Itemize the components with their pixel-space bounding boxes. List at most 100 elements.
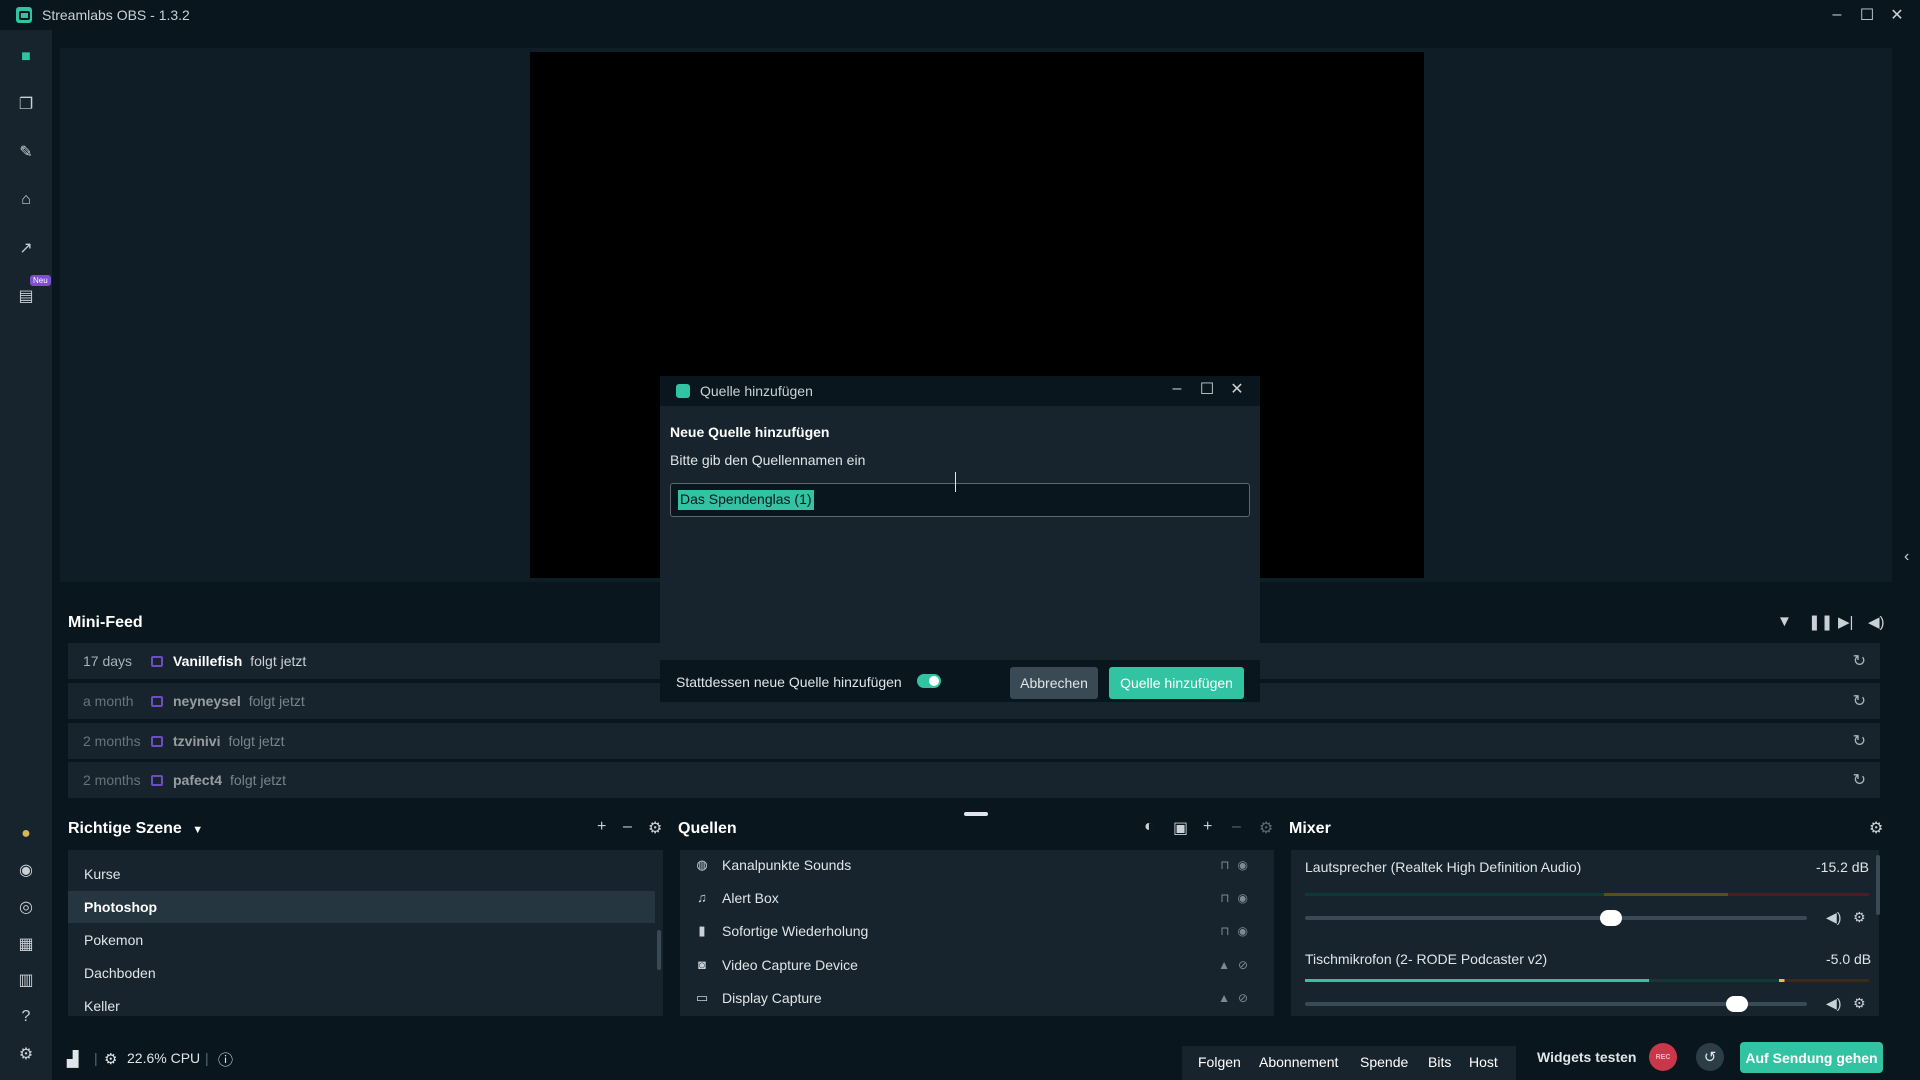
scenes-scrollbar[interactable] — [657, 930, 661, 970]
store-icon[interactable]: ⌂ — [14, 188, 38, 212]
lock-eye-icons: ⊓◉ — [1220, 857, 1256, 872]
apps-icon[interactable]: ▦ — [14, 932, 38, 956]
cancel-button[interactable]: Abbrechen — [1010, 667, 1098, 699]
new-source-toggle-label: Stattdessen neue Quelle hinzufügen — [676, 674, 902, 690]
settings-icon[interactable]: ⚙ — [14, 1042, 38, 1066]
minimize-icon[interactable]: – — [1822, 0, 1852, 30]
help-icon[interactable]: ? — [14, 1005, 38, 1029]
lock-eye-icons: ▲⊘ — [1218, 957, 1256, 972]
add-scene-icon[interactable]: + — [597, 818, 606, 836]
app-title: Streamlabs OBS - 1.3.2 — [42, 7, 190, 23]
panel-resize-handle[interactable] — [964, 812, 988, 816]
test-donation-button[interactable]: Spende — [1360, 1054, 1408, 1070]
twitch-icon — [151, 655, 163, 667]
caret-down-icon: ▼ — [192, 824, 204, 836]
channel-settings-icon[interactable]: ⚙ — [1853, 995, 1866, 1012]
repeat-icon[interactable]: ↻ — [1853, 651, 1866, 671]
source-item[interactable]: ▭ Display Capture ▲⊘ — [680, 981, 1274, 1014]
performance-icon[interactable]: ▟ — [67, 1050, 79, 1068]
remove-source-icon[interactable]: – — [1232, 818, 1241, 836]
test-subscription-button[interactable]: Abonnement — [1259, 1054, 1338, 1070]
add-source-button[interactable]: Quelle hinzufügen — [1109, 667, 1244, 699]
source-item[interactable]: ◍ Kanalpunkte Sounds ⊓◉ — [680, 848, 1274, 881]
repeat-icon[interactable]: ↻ — [1853, 691, 1866, 711]
editor-tools-icon[interactable]: ✎ — [14, 140, 38, 164]
scene-settings-icon[interactable]: ⚙ — [648, 818, 662, 838]
volume-slider[interactable] — [1305, 916, 1807, 920]
new-badge: Neu — [30, 275, 51, 286]
globe-icon: ◍ — [696, 856, 708, 872]
dialog-maximize-icon[interactable]: ☐ — [1192, 374, 1222, 404]
maximize-icon[interactable]: ☐ — [1852, 0, 1882, 30]
test-bits-button[interactable]: Bits — [1428, 1054, 1451, 1070]
highlighter-icon[interactable]: ▤ — [14, 284, 38, 308]
add-source-icon[interactable]: + — [1203, 818, 1212, 836]
new-source-toggle[interactable] — [917, 674, 941, 688]
twitch-icon — [151, 735, 163, 747]
dashboard-icon[interactable]: ◉ — [14, 858, 38, 882]
layout-icon[interactable]: ▥ — [14, 968, 38, 992]
folder-add-icon[interactable]: ▣ — [1173, 818, 1188, 838]
stats-icon[interactable]: ↗ — [14, 236, 38, 260]
chevron-left-icon[interactable]: ‹ — [1904, 548, 1909, 566]
repeat-icon[interactable]: ↻ — [1853, 731, 1866, 751]
repeat-icon[interactable]: ↻ — [1853, 770, 1866, 790]
dialog-close-icon[interactable]: ✕ — [1222, 374, 1252, 404]
dialog-title: Quelle hinzufügen — [700, 383, 813, 399]
record-button[interactable]: REC — [1649, 1043, 1677, 1071]
pause-icon[interactable]: ❚❚ — [1808, 613, 1833, 631]
scene-item[interactable]: Keller — [68, 990, 655, 1022]
themes-icon[interactable]: ❐ — [14, 92, 38, 116]
scene-collection-title[interactable]: Richtige Szene ▼ — [68, 820, 203, 838]
source-item[interactable]: ◙ Video Capture Device ▲⊘ — [680, 948, 1274, 981]
source-item[interactable]: ▮ Sofortige Wiederholung ⊓◉ — [680, 914, 1274, 947]
close-icon[interactable]: ✕ — [1882, 0, 1912, 30]
volume-slider-knob[interactable] — [1725, 996, 1748, 1012]
scene-item[interactable]: Kurse — [68, 858, 655, 890]
dialog-minimize-icon[interactable]: – — [1162, 374, 1192, 404]
webcam-icon: ◙ — [698, 957, 706, 972]
camera-icon[interactable]: ■ — [14, 45, 38, 69]
remove-scene-icon[interactable]: – — [623, 818, 632, 836]
chat-icon[interactable]: ◎ — [14, 895, 38, 919]
twitch-icon — [151, 774, 163, 786]
speaker-icon[interactable]: ◀) — [1826, 995, 1841, 1012]
lock-eye-icons: ▲⊘ — [1218, 990, 1256, 1005]
filter-icon[interactable]: ▼ — [1777, 613, 1792, 630]
info-icon[interactable]: ⓘ — [218, 1049, 233, 1070]
test-follow-button[interactable]: Folgen — [1198, 1054, 1241, 1070]
lock-eye-icons: ⊓◉ — [1220, 890, 1256, 905]
app-logo-icon — [16, 7, 32, 23]
scene-item-selected[interactable]: Photoshop — [68, 891, 655, 923]
volume-slider-knob[interactable] — [1600, 910, 1623, 926]
source-item[interactable]: ♫ Alert Box ⊓◉ — [680, 881, 1274, 914]
divider: | — [205, 1050, 209, 1066]
dialog-prompt: Bitte gib den Quellennamen ein — [670, 452, 866, 468]
mixer-scrollbar[interactable] — [1876, 855, 1880, 915]
twitch-icon — [151, 695, 163, 707]
cpu-icon: ⚙ — [104, 1051, 118, 1068]
volume-meter — [1305, 893, 1869, 896]
source-settings-icon[interactable]: ⚙ — [1259, 818, 1273, 838]
title-bar: Streamlabs OBS - 1.3.2 — [0, 0, 1920, 30]
go-live-button[interactable]: Auf Sendung gehen — [1740, 1042, 1883, 1073]
speaker-icon[interactable]: ◀) — [1826, 909, 1841, 926]
prime-icon[interactable]: ● — [14, 822, 38, 846]
scene-item[interactable]: Dachboden — [68, 957, 655, 989]
mixer-channel-db: -15.2 dB — [1816, 859, 1869, 875]
sources-title: Quellen — [678, 820, 737, 837]
mixer-settings-icon[interactable]: ⚙ — [1869, 818, 1883, 838]
skip-icon[interactable]: ▶| — [1838, 613, 1853, 631]
mixer-title: Mixer — [1289, 820, 1331, 837]
scene-item[interactable]: Pokemon — [68, 924, 655, 956]
bell-icon: ♫ — [697, 890, 707, 905]
volume-meter — [1305, 979, 1869, 982]
test-host-button[interactable]: Host — [1469, 1054, 1498, 1070]
replay-buffer-icon[interactable]: ↺ — [1696, 1043, 1724, 1071]
volume-icon[interactable]: ◀) — [1868, 613, 1885, 631]
mic-icon[interactable]: ◐ — [1144, 818, 1154, 836]
mini-feed-title: Mini-Feed — [68, 614, 143, 631]
channel-settings-icon[interactable]: ⚙ — [1853, 909, 1866, 926]
mixer-channel-name: Tischmikrofon (2- RODE Podcaster v2) — [1305, 951, 1548, 967]
selected-input-text: Das Spendenglas (1) — [678, 490, 814, 510]
